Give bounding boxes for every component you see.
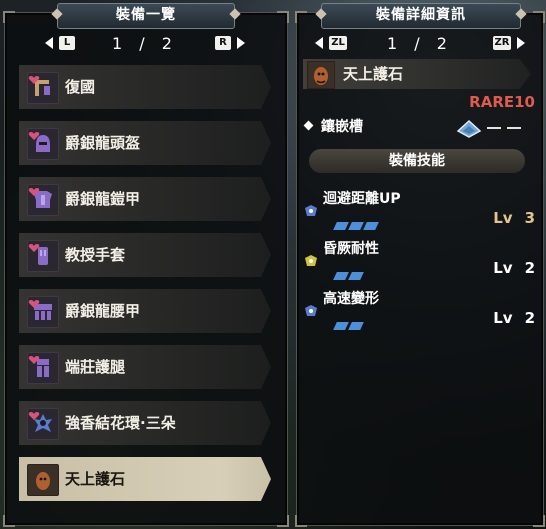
r-button-icon[interactable]: R (215, 36, 231, 50)
equipment-detail-pager: ZL 1 / 2 ZR (315, 33, 525, 55)
equipment-row-name: 復國 (65, 78, 96, 96)
equipment-list-panel: 裝備一覽 L 1 / 2 R 復國爵銀龍頭盔爵銀龍鎧甲教授手套爵銀龍腰甲端莊護腿… (3, 3, 289, 527)
skill-level-pips (333, 315, 365, 330)
equipment-list-title: 裝備一覽 (51, 3, 241, 29)
diamond-ornament (229, 8, 241, 20)
selected-item-header: 天上護石 (303, 59, 531, 89)
equipment-row-name: 強香結花環·三朵 (65, 414, 176, 432)
skill-level: Lv 2 (493, 259, 535, 277)
skill-level: Lv 3 (493, 209, 535, 227)
favorite-heart-icon (28, 350, 40, 364)
equipment-skills-header: 裝備技能 (309, 149, 525, 173)
equipment-row[interactable]: 爵銀龍腰甲 (19, 289, 271, 333)
skill-level-pip (348, 272, 364, 280)
mantle-icon (27, 464, 59, 496)
chest-armor-icon (27, 184, 59, 216)
panel-corner (277, 515, 289, 527)
skill-level-label: Lv (493, 309, 513, 327)
equipment-row-name: 爵銀龍鎧甲 (65, 190, 141, 208)
skill-level-pip (333, 322, 349, 330)
skill-level-pip (363, 222, 379, 230)
favorite-heart-icon (28, 70, 40, 84)
skill-level-value: 3 (524, 209, 535, 227)
slot-empty-dash (507, 127, 521, 129)
diamond-bullet-icon (303, 120, 314, 131)
equipment-row[interactable]: 強香結花環·三朵 (19, 401, 271, 445)
weapon-gunlance-icon (27, 72, 59, 104)
equipment-row-name: 天上護石 (65, 470, 126, 488)
skill-level-pips (333, 215, 380, 230)
equipment-list-title-text: 裝備一覽 (116, 7, 176, 23)
selected-item-name: 天上護石 (343, 65, 404, 83)
equipment-row-name: 爵銀龍頭盔 (65, 134, 141, 152)
rarity-label: RARE10 (469, 93, 535, 111)
skill-level-value: 2 (524, 259, 535, 277)
panel-corner (295, 11, 307, 23)
empty-slot-icon (455, 117, 483, 143)
favorite-heart-icon (28, 406, 40, 420)
skill-level-pips (333, 265, 365, 280)
skill-name: 昏厥耐性 (323, 241, 379, 257)
panel-corner (295, 515, 307, 527)
equipment-row-name: 教授手套 (65, 246, 126, 264)
diamond-ornament (315, 8, 327, 20)
skill-level-label: Lv (493, 209, 513, 227)
panel-corner (533, 515, 545, 527)
slot-empty-dash (487, 127, 501, 129)
charm-icon (27, 408, 59, 440)
equipment-detail-panel: 裝備詳細資訊 ZL 1 / 2 ZR 天上護石 RARE10 鑲嵌槽 裝備技能 … (295, 3, 545, 527)
skill-level-value: 2 (524, 309, 535, 327)
skill-level-pip (348, 222, 364, 230)
skill-gem-icon (303, 253, 319, 272)
equipment-row[interactable]: 天上護石 (19, 457, 271, 501)
equipment-row-name: 爵銀龍腰甲 (65, 302, 141, 320)
favorite-heart-icon (28, 126, 40, 140)
diamond-ornament (51, 8, 63, 20)
page-right-arrow-icon[interactable] (517, 37, 525, 49)
skill-level-pip (333, 272, 349, 280)
favorite-heart-icon (28, 182, 40, 196)
waist-armor-icon (27, 296, 59, 328)
equipment-detail-title-text: 裝備詳細資訊 (376, 7, 466, 23)
skill-entry: 高速變形 Lv 2 (303, 289, 535, 341)
leg-armor-icon (27, 352, 59, 384)
panel-corner (533, 11, 545, 23)
zr-button-icon[interactable]: ZR (493, 36, 511, 50)
page-right-arrow-icon[interactable] (237, 37, 245, 49)
gloves-icon (27, 240, 59, 272)
skill-level: Lv 2 (493, 309, 535, 327)
panel-corner (3, 11, 15, 23)
skill-entry: 迴避距離UP Lv 3 (303, 189, 535, 241)
equipment-row[interactable]: 端莊護腿 (19, 345, 271, 389)
equipment-row[interactable]: 爵銀龍鎧甲 (19, 177, 271, 221)
skill-level-pip (348, 322, 364, 330)
panel-corner (277, 11, 289, 23)
diamond-ornament (515, 8, 527, 20)
skill-level-pip (333, 222, 349, 230)
equipment-list: 復國爵銀龍頭盔爵銀龍鎧甲教授手套爵銀龍腰甲端莊護腿強香結花環·三朵 天上護石 (19, 65, 271, 513)
skill-name: 高速變形 (323, 291, 379, 307)
favorite-heart-icon (28, 238, 40, 252)
equipment-detail-title: 裝備詳細資訊 (315, 3, 527, 29)
equipment-row-name: 端莊護腿 (65, 358, 126, 376)
skill-name: 迴避距離UP (323, 191, 401, 207)
decoration-slots-label: 鑲嵌槽 (321, 119, 363, 135)
panel-corner (3, 515, 15, 527)
helmet-icon (27, 128, 59, 160)
skill-entry: 昏厥耐性 Lv 2 (303, 239, 535, 291)
decoration-slots-row: 鑲嵌槽 (303, 117, 535, 139)
skill-level-label: Lv (493, 259, 513, 277)
mantle-icon (307, 61, 335, 89)
skill-gem-icon (303, 203, 319, 222)
equipment-list-pager: L 1 / 2 R (45, 33, 245, 55)
equipment-row[interactable]: 復國 (19, 65, 271, 109)
equipment-row[interactable]: 教授手套 (19, 233, 271, 277)
favorite-heart-icon (28, 294, 40, 308)
skill-gem-icon (303, 303, 319, 322)
equipment-row[interactable]: 爵銀龍頭盔 (19, 121, 271, 165)
